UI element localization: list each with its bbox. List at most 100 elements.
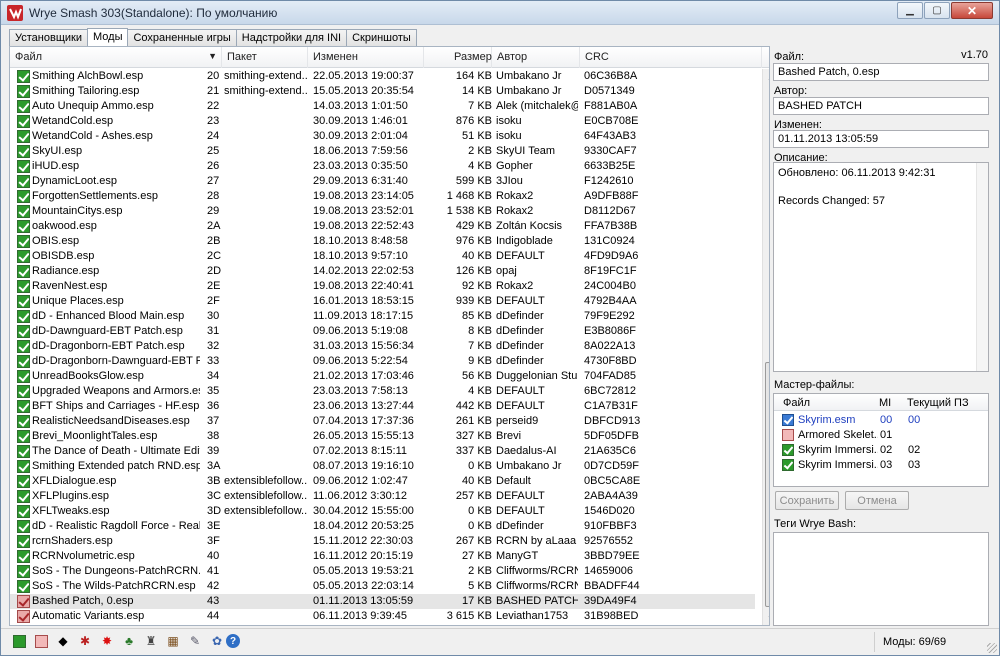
mod-checkbox[interactable] xyxy=(17,505,30,518)
table-row[interactable]: OBIS.esp 2B 18.10.2013 8:48:58 976 KB Indigo… xyxy=(10,234,755,249)
author-field[interactable]: BASHED PATCH xyxy=(773,97,989,115)
mod-checkbox[interactable] xyxy=(17,550,30,563)
table-row[interactable]: Unique Places.esp 2F 16.01.2013 18:53:15 93… xyxy=(10,294,755,309)
column-file[interactable]: Файл ▼ xyxy=(10,47,222,68)
table-row[interactable]: XFLTweaks.esp 3D extensiblefollow... 30.04.… xyxy=(10,504,755,519)
table-row[interactable]: SoS - The Wilds-PatchRCRN.esp 42 05.05.201… xyxy=(10,579,755,594)
table-row[interactable]: XFLPlugins.esp 3C extensiblefollow... 11.06… xyxy=(10,489,755,504)
minimize-button[interactable]: ▁ xyxy=(897,2,923,19)
resize-grip[interactable] xyxy=(987,643,997,653)
check-all-icon[interactable] xyxy=(11,633,27,649)
table-row[interactable]: iHUD.esp 26 23.03.2013 0:35:50 4 KB Gopher 66… xyxy=(10,159,755,174)
mod-checkbox[interactable] xyxy=(17,235,30,248)
table-row[interactable]: Smithing Tailoring.esp 21 smithing-extend.… xyxy=(10,84,755,99)
mod-checkbox[interactable] xyxy=(17,445,30,458)
table-row[interactable]: RealisticNeedsandDiseases.esp 37 07.04.201… xyxy=(10,414,755,429)
scroll-thumb[interactable] xyxy=(765,362,769,607)
uncheck-all-icon[interactable] xyxy=(33,633,49,649)
mod-checkbox[interactable] xyxy=(17,580,30,593)
mod-checkbox[interactable] xyxy=(17,175,30,188)
mod-checkbox[interactable] xyxy=(17,220,30,233)
table-row[interactable]: Radiance.esp 2D 14.02.2013 22:02:53 126 KB o… xyxy=(10,264,755,279)
table-row[interactable]: MountainCitys.esp 29 19.08.2013 23:52:01 1 … xyxy=(10,204,755,219)
mod-checkbox[interactable] xyxy=(17,610,30,623)
column-author[interactable]: Автор xyxy=(492,47,580,68)
mod-checkbox[interactable] xyxy=(17,400,30,413)
mod-checkbox[interactable] xyxy=(17,250,30,263)
table-row[interactable]: dD-Dragonborn-EBT Patch.esp 32 31.03.2013 … xyxy=(10,339,755,354)
master-checkbox[interactable] xyxy=(782,444,794,456)
table-row[interactable]: dD-Dawnguard-EBT Patch.esp 31 09.06.2013 5… xyxy=(10,324,755,339)
settings-icon[interactable]: ✿ xyxy=(209,633,225,649)
mod-checkbox[interactable] xyxy=(17,190,30,203)
master-row[interactable]: Skyrim.esm 00 00 xyxy=(774,413,988,428)
mod-checkbox[interactable] xyxy=(17,205,30,218)
tab-0[interactable]: Установщики xyxy=(9,29,88,46)
mod-checkbox[interactable] xyxy=(17,145,30,158)
table-row[interactable]: WetandCold.esp 23 30.09.2013 1:46:01 876 KB… xyxy=(10,114,755,129)
table-row[interactable]: dD - Realistic Ragdoll Force - Reali... 3… xyxy=(10,519,755,534)
file-name-field[interactable]: Bashed Patch, 0.esp xyxy=(773,63,989,81)
table-row[interactable]: Upgraded Weapons and Armors.esp 35 23.03.2… xyxy=(10,384,755,399)
modified-field[interactable]: 01.11.2013 13:05:59 xyxy=(773,130,989,148)
column-package[interactable]: Пакет xyxy=(222,47,308,68)
masters-column-file[interactable]: Файл xyxy=(783,397,810,409)
tab-4[interactable]: Скриншоты xyxy=(346,29,417,46)
master-checkbox[interactable] xyxy=(782,429,794,441)
table-row[interactable]: XFLDialogue.esp 3B extensiblefollow... 09.0… xyxy=(10,474,755,489)
table-row[interactable]: DynamicLoot.esp 27 29.09.2013 6:31:40 599 K… xyxy=(10,174,755,189)
scroll-up-icon[interactable]: ▲ xyxy=(764,70,769,85)
mod-checkbox[interactable] xyxy=(17,85,30,98)
master-checkbox[interactable] xyxy=(782,459,794,471)
edit-icon[interactable]: ✎ xyxy=(187,633,203,649)
description-textarea[interactable]: Обновлено: 06.11.2013 9:42:31 Records Cha… xyxy=(773,162,989,372)
description-scrollbar[interactable] xyxy=(976,163,988,371)
mod-checkbox[interactable] xyxy=(17,355,30,368)
table-row[interactable]: Bashed Patch, 0.esp 43 01.11.2013 13:05:59… xyxy=(10,594,755,609)
help-icon[interactable]: ? xyxy=(225,633,241,649)
mod-checkbox[interactable] xyxy=(17,385,30,398)
mod-checkbox[interactable] xyxy=(17,370,30,383)
master-checkbox[interactable] xyxy=(782,414,794,426)
table-row[interactable]: SoS - The Dungeons-PatchRCRN.esp 41 05.05.… xyxy=(10,564,755,579)
box-icon[interactable]: ▦ xyxy=(165,633,181,649)
mod-checkbox[interactable] xyxy=(17,535,30,548)
mod-checkbox[interactable] xyxy=(17,340,30,353)
table-row[interactable]: Automatic Variants.esp 44 06.11.2013 9:39:… xyxy=(10,609,755,624)
table-row[interactable]: SkyUI.esp 25 18.06.2013 7:59:56 2 KB SkyUI T… xyxy=(10,144,755,159)
tree-icon[interactable]: ♣ xyxy=(121,633,137,649)
master-row[interactable]: Armored Skelet... 01 xyxy=(774,428,988,443)
vertical-scrollbar[interactable]: ▲ ▼ xyxy=(762,69,769,625)
column-size[interactable]: Размер xyxy=(424,47,492,68)
mod-checkbox[interactable] xyxy=(17,415,30,428)
mod-checkbox[interactable] xyxy=(17,520,30,533)
table-row[interactable]: oakwood.esp 2A 19.08.2013 22:52:43 429 KB Zo… xyxy=(10,219,755,234)
tab-2[interactable]: Сохраненные игры xyxy=(127,29,237,46)
save-button[interactable]: Сохранить xyxy=(775,491,839,510)
close-button[interactable]: ✕ xyxy=(951,2,993,19)
castle-icon[interactable]: ♜ xyxy=(143,633,159,649)
mod-checkbox[interactable] xyxy=(17,280,30,293)
mod-checkbox[interactable] xyxy=(17,70,30,83)
table-row[interactable]: dD-Dragonborn-Dawnguard-EBT P... 33 09.06.… xyxy=(10,354,755,369)
mod-checkbox[interactable] xyxy=(17,565,30,578)
masters-column-current[interactable]: Текущий ПЗ xyxy=(907,397,969,409)
table-row[interactable]: Brevi_MoonlightTales.esp 38 26.05.2013 15:… xyxy=(10,429,755,444)
table-row[interactable]: Smithing AlchBowl.esp 20 smithing-extend..… xyxy=(10,69,755,84)
tab-3[interactable]: Надстройки для INI xyxy=(235,29,348,46)
tags-box[interactable] xyxy=(773,532,989,626)
table-row[interactable]: ForgottenSettlements.esp 28 19.08.2013 23:… xyxy=(10,189,755,204)
mod-checkbox[interactable] xyxy=(17,460,30,473)
table-row[interactable]: RCRNvolumetric.esp 40 16.11.2012 20:15:19 2… xyxy=(10,549,755,564)
table-row[interactable]: UnreadBooksGlow.esp 34 21.02.2013 17:03:46… xyxy=(10,369,755,384)
table-row[interactable]: rcrnShaders.esp 3F 15.11.2012 22:30:03 267 … xyxy=(10,534,755,549)
cancel-button[interactable]: Отмена xyxy=(845,491,909,510)
mod-checkbox[interactable] xyxy=(17,490,30,503)
table-row[interactable]: OBISDB.esp 2C 18.10.2013 9:57:10 40 KB DEFAU… xyxy=(10,249,755,264)
table-row[interactable]: Auto Unequip Ammo.esp 22 14.03.2013 1:01:5… xyxy=(10,99,755,114)
mod-checkbox[interactable] xyxy=(17,115,30,128)
table-row[interactable]: dD - Enhanced Blood Main.esp 30 11.09.2013… xyxy=(10,309,755,324)
mod-checkbox[interactable] xyxy=(17,475,30,488)
mod-checkbox[interactable] xyxy=(17,265,30,278)
table-row[interactable]: The Dance of Death - Ultimate Edit... 39 0… xyxy=(10,444,755,459)
